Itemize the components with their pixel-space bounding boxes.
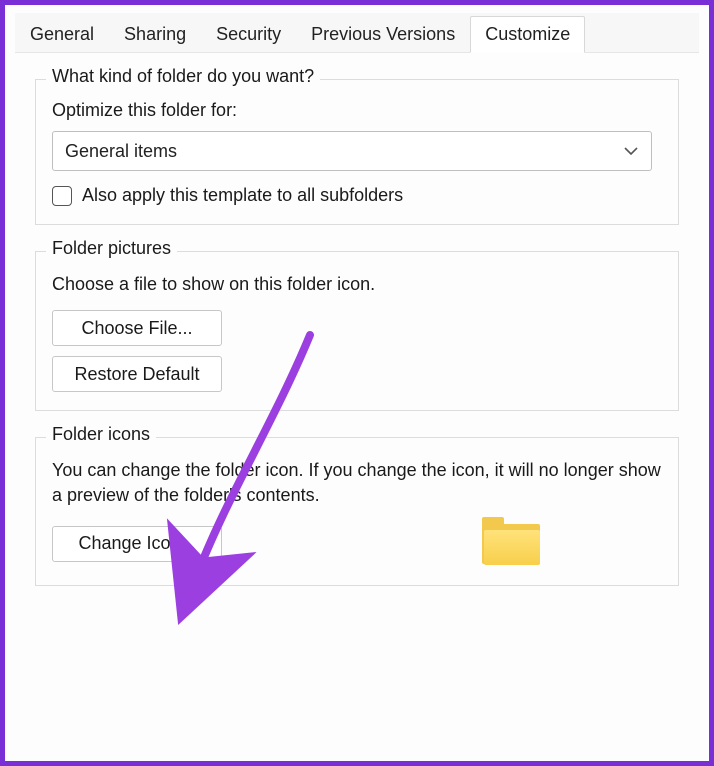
properties-dialog: General Sharing Security Previous Versio…: [0, 0, 714, 766]
group-folder-pictures: Folder pictures Choose a file to show on…: [35, 251, 679, 411]
group-folder-icons-title: Folder icons: [46, 424, 156, 445]
apply-subfolders-checkbox[interactable]: Also apply this template to all subfolde…: [52, 185, 662, 206]
folder-icons-desc: You can change the folder icon. If you c…: [52, 458, 662, 507]
optimize-dropdown-value: General items: [65, 141, 177, 162]
choose-file-button[interactable]: Choose File...: [52, 310, 222, 346]
group-folder-type: What kind of folder do you want? Optimiz…: [35, 79, 679, 225]
chevron-down-icon: [623, 143, 639, 159]
tab-customize[interactable]: Customize: [470, 16, 585, 53]
optimize-dropdown[interactable]: General items: [52, 131, 652, 171]
group-folder-type-title: What kind of folder do you want?: [46, 66, 320, 87]
change-icon-button[interactable]: Change Icon...: [52, 526, 222, 562]
folder-pictures-desc: Choose a file to show on this folder ico…: [52, 272, 662, 296]
restore-default-button[interactable]: Restore Default: [52, 356, 222, 392]
tab-previous-versions[interactable]: Previous Versions: [296, 16, 470, 52]
folder-icon: [482, 521, 542, 567]
tab-security[interactable]: Security: [201, 16, 296, 52]
group-folder-icons: Folder icons You can change the folder i…: [35, 437, 679, 586]
group-folder-pictures-title: Folder pictures: [46, 238, 177, 259]
apply-subfolders-label: Also apply this template to all subfolde…: [82, 185, 403, 206]
tab-strip: General Sharing Security Previous Versio…: [15, 13, 699, 53]
checkbox-box-icon: [52, 186, 72, 206]
optimize-label: Optimize this folder for:: [52, 100, 662, 121]
tab-sharing[interactable]: Sharing: [109, 16, 201, 52]
tab-general[interactable]: General: [15, 16, 109, 52]
